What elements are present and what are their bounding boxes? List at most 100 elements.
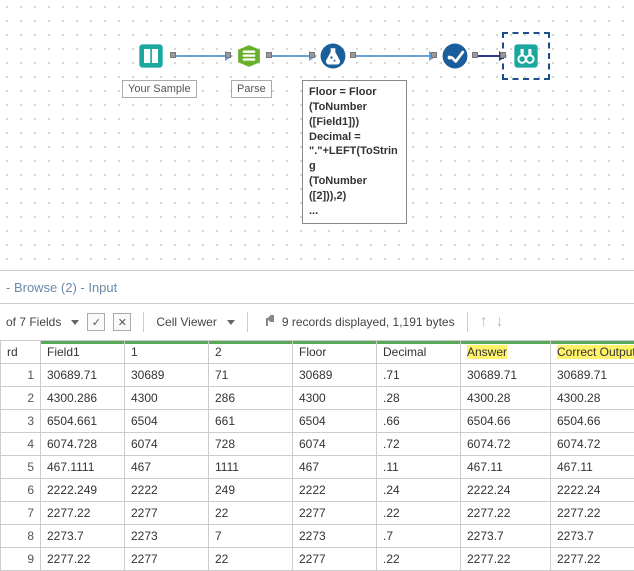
header-answer[interactable]: Answer — [461, 341, 551, 364]
results-grid[interactable]: rd Field1 1 2 Floor Decimal Answer Corre… — [0, 340, 634, 571]
workflow-canvas[interactable]: Your Sample Parse Floor = Floor (ToNumbe… — [0, 0, 634, 270]
cell-2[interactable]: 1111 — [209, 456, 293, 479]
cell-decimal[interactable]: .72 — [377, 433, 461, 456]
table-row[interactable]: 46074.72860747286074.726074.726074.72 — [1, 433, 634, 456]
cell-field1[interactable]: 2222.249 — [41, 479, 125, 502]
cell-field1[interactable]: 4300.286 — [41, 387, 125, 410]
cell-1[interactable]: 4300 — [125, 387, 209, 410]
cell-answer[interactable]: 2277.22 — [461, 502, 551, 525]
cell-rownum[interactable]: 5 — [1, 456, 41, 479]
cell-answer[interactable]: 2277.22 — [461, 548, 551, 571]
cell-answer[interactable]: 2273.7 — [461, 525, 551, 548]
cell-decimal[interactable]: .11 — [377, 456, 461, 479]
cell-correct-output[interactable]: 30689.71 — [551, 364, 634, 387]
cell-field1[interactable]: 467.1111 — [41, 456, 125, 479]
table-row[interactable]: 92277.222277222277.222277.222277.22 — [1, 548, 634, 571]
header-rownum[interactable]: rd — [1, 341, 41, 364]
cell-field1[interactable]: 30689.71 — [41, 364, 125, 387]
tool-browse[interactable] — [508, 38, 544, 74]
cell-1[interactable]: 30689 — [125, 364, 209, 387]
cell-decimal[interactable]: .71 — [377, 364, 461, 387]
header-field1[interactable]: Field1 — [41, 341, 125, 364]
cell-2[interactable]: 7 — [209, 525, 293, 548]
cell-rownum[interactable]: 6 — [1, 479, 41, 502]
cell-viewer-dropdown[interactable] — [227, 320, 235, 325]
cell-field1[interactable]: 2277.22 — [41, 502, 125, 525]
cell-rownum[interactable]: 7 — [1, 502, 41, 525]
check-all-button[interactable]: ✓ — [87, 313, 105, 331]
cell-field1[interactable]: 2273.7 — [41, 525, 125, 548]
results-panel-title[interactable]: - Browse (2) - Input — [0, 270, 634, 304]
tool-formula[interactable] — [315, 38, 351, 74]
table-row[interactable]: 130689.71306897130689.7130689.7130689.71 — [1, 364, 634, 387]
cell-1[interactable]: 467 — [125, 456, 209, 479]
table-row[interactable]: 5467.11114671111467.11467.11467.11 — [1, 456, 634, 479]
cell-floor[interactable]: 30689 — [293, 364, 377, 387]
cell-decimal[interactable]: .28 — [377, 387, 461, 410]
cell-2[interactable]: 286 — [209, 387, 293, 410]
cell-1[interactable]: 2273 — [125, 525, 209, 548]
table-row[interactable]: 62222.24922222492222.242222.242222.24 — [1, 479, 634, 502]
header-floor[interactable]: Floor — [293, 341, 377, 364]
cell-correct-output[interactable]: 467.11 — [551, 456, 634, 479]
cell-decimal[interactable]: .7 — [377, 525, 461, 548]
cell-floor[interactable]: 2273 — [293, 525, 377, 548]
cell-decimal[interactable]: .22 — [377, 502, 461, 525]
clear-all-button[interactable]: ✕ — [113, 313, 131, 331]
cell-1[interactable]: 2277 — [125, 502, 209, 525]
cell-rownum[interactable]: 2 — [1, 387, 41, 410]
nav-down[interactable]: ↓ — [496, 313, 504, 331]
table-row[interactable]: 72277.222277222277.222277.222277.22 — [1, 502, 634, 525]
cell-2[interactable]: 249 — [209, 479, 293, 502]
cell-field1[interactable]: 6504.661 — [41, 410, 125, 433]
cell-floor[interactable]: 6074 — [293, 433, 377, 456]
cell-decimal[interactable]: .66 — [377, 410, 461, 433]
cell-correct-output[interactable]: 2273.7 — [551, 525, 634, 548]
cell-1[interactable]: 6504 — [125, 410, 209, 433]
cell-decimal[interactable]: .24 — [377, 479, 461, 502]
cell-answer[interactable]: 30689.71 — [461, 364, 551, 387]
cell-correct-output[interactable]: 2222.24 — [551, 479, 634, 502]
tool-parse[interactable] — [231, 38, 267, 74]
cell-answer[interactable]: 467.11 — [461, 456, 551, 479]
cell-field1[interactable]: 2277.22 — [41, 548, 125, 571]
cell-floor[interactable]: 2277 — [293, 502, 377, 525]
cell-answer[interactable]: 2222.24 — [461, 479, 551, 502]
table-row[interactable]: 36504.66165046616504.666504.666504.66 — [1, 410, 634, 433]
cell-rownum[interactable]: 4 — [1, 433, 41, 456]
cell-answer[interactable]: 4300.28 — [461, 387, 551, 410]
header-correct-output[interactable]: Correct Output — [551, 341, 634, 364]
nav-up[interactable]: ↑ — [480, 313, 488, 331]
header-decimal[interactable]: Decimal — [377, 341, 461, 364]
cell-floor[interactable]: 467 — [293, 456, 377, 479]
filter-icon[interactable] — [260, 315, 274, 329]
cell-field1[interactable]: 6074.728 — [41, 433, 125, 456]
cell-1[interactable]: 6074 — [125, 433, 209, 456]
cell-correct-output[interactable]: 6074.72 — [551, 433, 634, 456]
tool-input[interactable] — [133, 38, 169, 74]
cell-answer[interactable]: 6504.66 — [461, 410, 551, 433]
cell-2[interactable]: 22 — [209, 502, 293, 525]
table-row[interactable]: 24300.28643002864300.284300.284300.28 — [1, 387, 634, 410]
fields-dropdown[interactable] — [71, 320, 79, 325]
cell-1[interactable]: 2222 — [125, 479, 209, 502]
cell-decimal[interactable]: .22 — [377, 548, 461, 571]
cell-correct-output[interactable]: 2277.22 — [551, 548, 634, 571]
anchor-in[interactable] — [500, 52, 506, 58]
cell-correct-output[interactable]: 4300.28 — [551, 387, 634, 410]
cell-2[interactable]: 71 — [209, 364, 293, 387]
cell-correct-output[interactable]: 6504.66 — [551, 410, 634, 433]
cell-floor[interactable]: 2222 — [293, 479, 377, 502]
cell-rownum[interactable]: 3 — [1, 410, 41, 433]
cell-floor[interactable]: 2277 — [293, 548, 377, 571]
cell-2[interactable]: 728 — [209, 433, 293, 456]
tool-select[interactable] — [437, 38, 473, 74]
cell-2[interactable]: 661 — [209, 410, 293, 433]
cell-floor[interactable]: 6504 — [293, 410, 377, 433]
cell-1[interactable]: 2277 — [125, 548, 209, 571]
cell-2[interactable]: 22 — [209, 548, 293, 571]
anchor-out[interactable] — [170, 52, 176, 58]
cell-rownum[interactable]: 1 — [1, 364, 41, 387]
table-row[interactable]: 82273.7227372273.72273.72273.7 — [1, 525, 634, 548]
cell-rownum[interactable]: 9 — [1, 548, 41, 571]
